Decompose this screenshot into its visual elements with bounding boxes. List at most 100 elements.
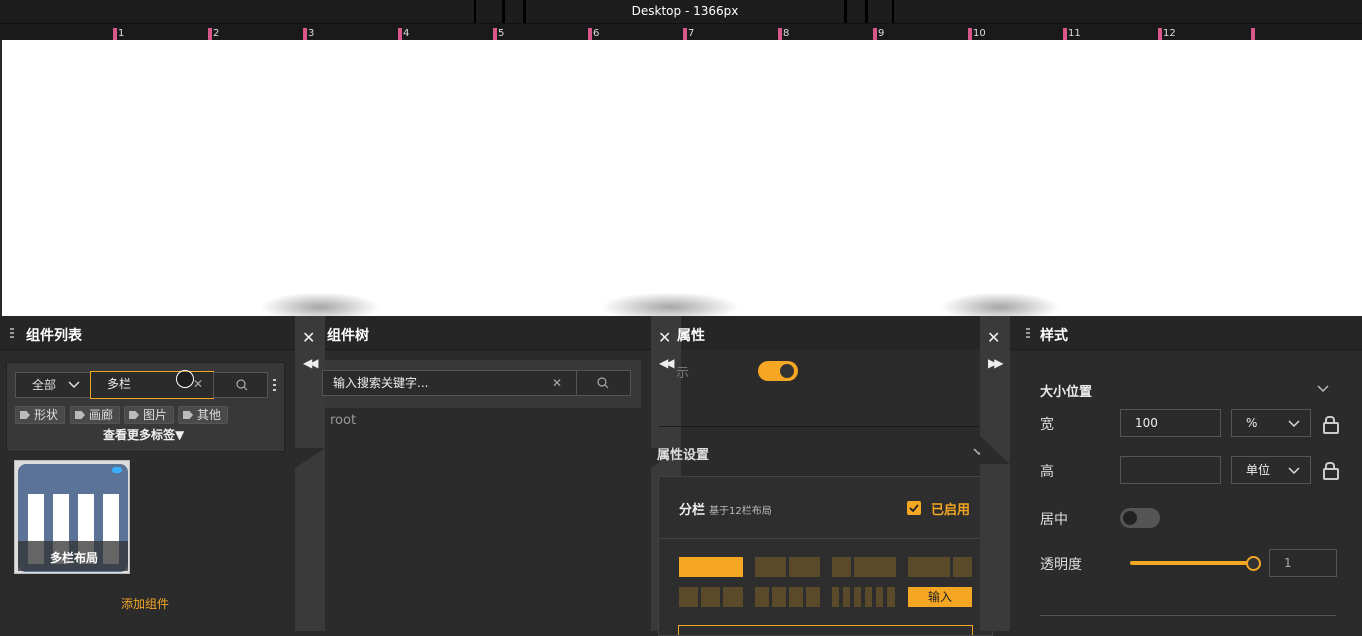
design-canvas[interactable] — [2, 40, 1362, 316]
close-icon[interactable]: ✕ — [552, 371, 562, 395]
more-tags-link[interactable]: 查看更多标签▼ — [103, 426, 184, 443]
chevron-down-icon — [1288, 467, 1300, 475]
device-label[interactable]: Desktop - 1366px — [524, 0, 846, 23]
ruler-tick — [588, 28, 592, 40]
ruler-tick — [1158, 28, 1162, 40]
fast-forward-icon[interactable]: ▶▶ — [988, 356, 1004, 370]
center-toggle[interactable] — [1120, 508, 1160, 528]
layout-option-2x6[interactable] — [854, 587, 861, 607]
tag-shape[interactable]: 形状 — [15, 406, 65, 424]
layout-option-6-6[interactable] — [755, 557, 786, 577]
tag-icon — [129, 411, 139, 419]
tag-gallery[interactable]: 画廊 — [70, 406, 120, 424]
ruler-tick — [398, 28, 402, 40]
layout-option-8-4[interactable] — [908, 557, 950, 577]
ruler-tick — [303, 28, 307, 40]
cloud-icon — [112, 467, 122, 473]
lock-icon[interactable] — [1323, 462, 1339, 480]
layout-option-4-4-4[interactable] — [723, 587, 743, 607]
tag-other[interactable]: 其他 — [178, 406, 228, 424]
ruler-tick-label: 8 — [783, 28, 790, 39]
tree-root-node[interactable]: root — [330, 413, 356, 428]
ruler-tick — [968, 28, 972, 40]
opacity-input[interactable]: 1 — [1269, 549, 1337, 577]
custom-input-button[interactable]: 输入 — [908, 587, 972, 607]
component-search-button[interactable] — [213, 372, 268, 398]
width-input[interactable]: 100 — [1120, 409, 1221, 437]
layout-option-3x4[interactable] — [806, 587, 820, 607]
tree-search-input[interactable]: 输入搜索关键字... ✕ — [322, 370, 577, 396]
width-unit-select[interactable]: % — [1231, 409, 1311, 437]
layout-option-12[interactable] — [679, 557, 743, 577]
ruler-tick-label: 12 — [1163, 28, 1176, 39]
chevron-down-icon — [1288, 420, 1300, 428]
layout-option-3x4[interactable] — [755, 587, 769, 607]
tag-label: 形状 — [34, 408, 59, 422]
opacity-slider-handle[interactable] — [1246, 556, 1261, 571]
add-component-link[interactable]: 添加组件 — [121, 595, 169, 612]
layout-option-2x6[interactable] — [832, 587, 839, 607]
height-unit-select[interactable]: 单位 — [1231, 456, 1311, 484]
panel-collapse-bar: ✕ ▶▶ — [980, 316, 1010, 631]
chevron-down-icon[interactable] — [1317, 385, 1329, 393]
close-icon[interactable]: ✕ — [987, 328, 1000, 347]
columns-title: 分栏 — [679, 503, 706, 518]
lock-icon[interactable] — [1323, 416, 1339, 434]
device-segment[interactable] — [866, 0, 894, 23]
divider — [659, 426, 979, 427]
height-input[interactable] — [1120, 456, 1221, 484]
ruler-tick-label: 10 — [973, 28, 986, 39]
layout-option-4-8[interactable] — [832, 557, 851, 577]
width-label: 宽 — [1040, 417, 1054, 433]
ruler-tick-label: 6 — [593, 28, 600, 39]
close-icon[interactable]: ✕ — [302, 328, 315, 347]
enabled-checkbox[interactable] — [907, 501, 921, 515]
custom-layout-field[interactable] — [678, 625, 973, 635]
tag-image[interactable]: 图片 — [124, 406, 174, 424]
more-options-icon[interactable] — [273, 379, 276, 391]
tree-search-button[interactable] — [576, 370, 631, 396]
layout-option-3x4[interactable] — [772, 587, 786, 607]
check-icon — [909, 504, 919, 513]
ruler-tick-label: 5 — [498, 28, 505, 39]
ruler-tick — [683, 28, 687, 40]
layout-option-2x6[interactable] — [843, 587, 850, 607]
category-select[interactable]: 全部 — [15, 372, 91, 398]
component-search-input[interactable]: 多栏 ✕ — [90, 371, 214, 399]
rewind-icon[interactable]: ◀◀ — [303, 356, 319, 370]
width-unit-value: % — [1246, 416, 1258, 430]
visibility-toggle[interactable] — [758, 361, 798, 381]
ruler-tick-label: 2 — [213, 28, 220, 39]
tag-icon — [20, 411, 30, 419]
layout-option-4-8[interactable] — [854, 557, 896, 577]
height-label: 高 — [1040, 464, 1054, 480]
column-ruler: 1 2 3 4 5 6 7 8 9 10 11 12 — [0, 24, 1362, 40]
layout-option-4-4-4[interactable] — [679, 587, 698, 607]
category-select-value: 全部 — [32, 378, 57, 392]
opacity-slider[interactable] — [1130, 561, 1254, 565]
panel-title: 组件树 — [327, 328, 369, 344]
device-segment[interactable] — [474, 0, 504, 23]
drag-handle-icon[interactable] — [10, 328, 14, 338]
layout-option-4-4-4[interactable] — [701, 587, 720, 607]
layout-option-8-4[interactable] — [953, 557, 972, 577]
layout-option-3x4[interactable] — [789, 587, 803, 607]
style-header: 样式 — [1010, 316, 1362, 350]
panel-title: 组件列表 — [26, 328, 82, 344]
layout-option-2x6[interactable] — [865, 587, 872, 607]
tag-icon — [183, 411, 193, 419]
toggle-knob — [1123, 511, 1137, 525]
section-title: 属性设置 — [657, 448, 710, 463]
layout-option-2x6[interactable] — [876, 587, 883, 607]
component-card[interactable]: 多栏布局 — [14, 460, 130, 574]
close-icon[interactable]: ✕ — [193, 372, 203, 396]
layout-option-2x6[interactable] — [887, 587, 895, 607]
ruler-tick — [778, 28, 782, 40]
device-segment[interactable] — [845, 0, 867, 23]
properties-header: 属性 — [677, 316, 980, 350]
drag-handle-icon[interactable] — [1026, 328, 1030, 338]
tree-search-placeholder: 输入搜索关键字... — [333, 376, 429, 390]
layout-option-6-6[interactable] — [789, 557, 820, 577]
device-segment[interactable] — [503, 0, 525, 23]
center-label: 居中 — [1040, 512, 1068, 528]
